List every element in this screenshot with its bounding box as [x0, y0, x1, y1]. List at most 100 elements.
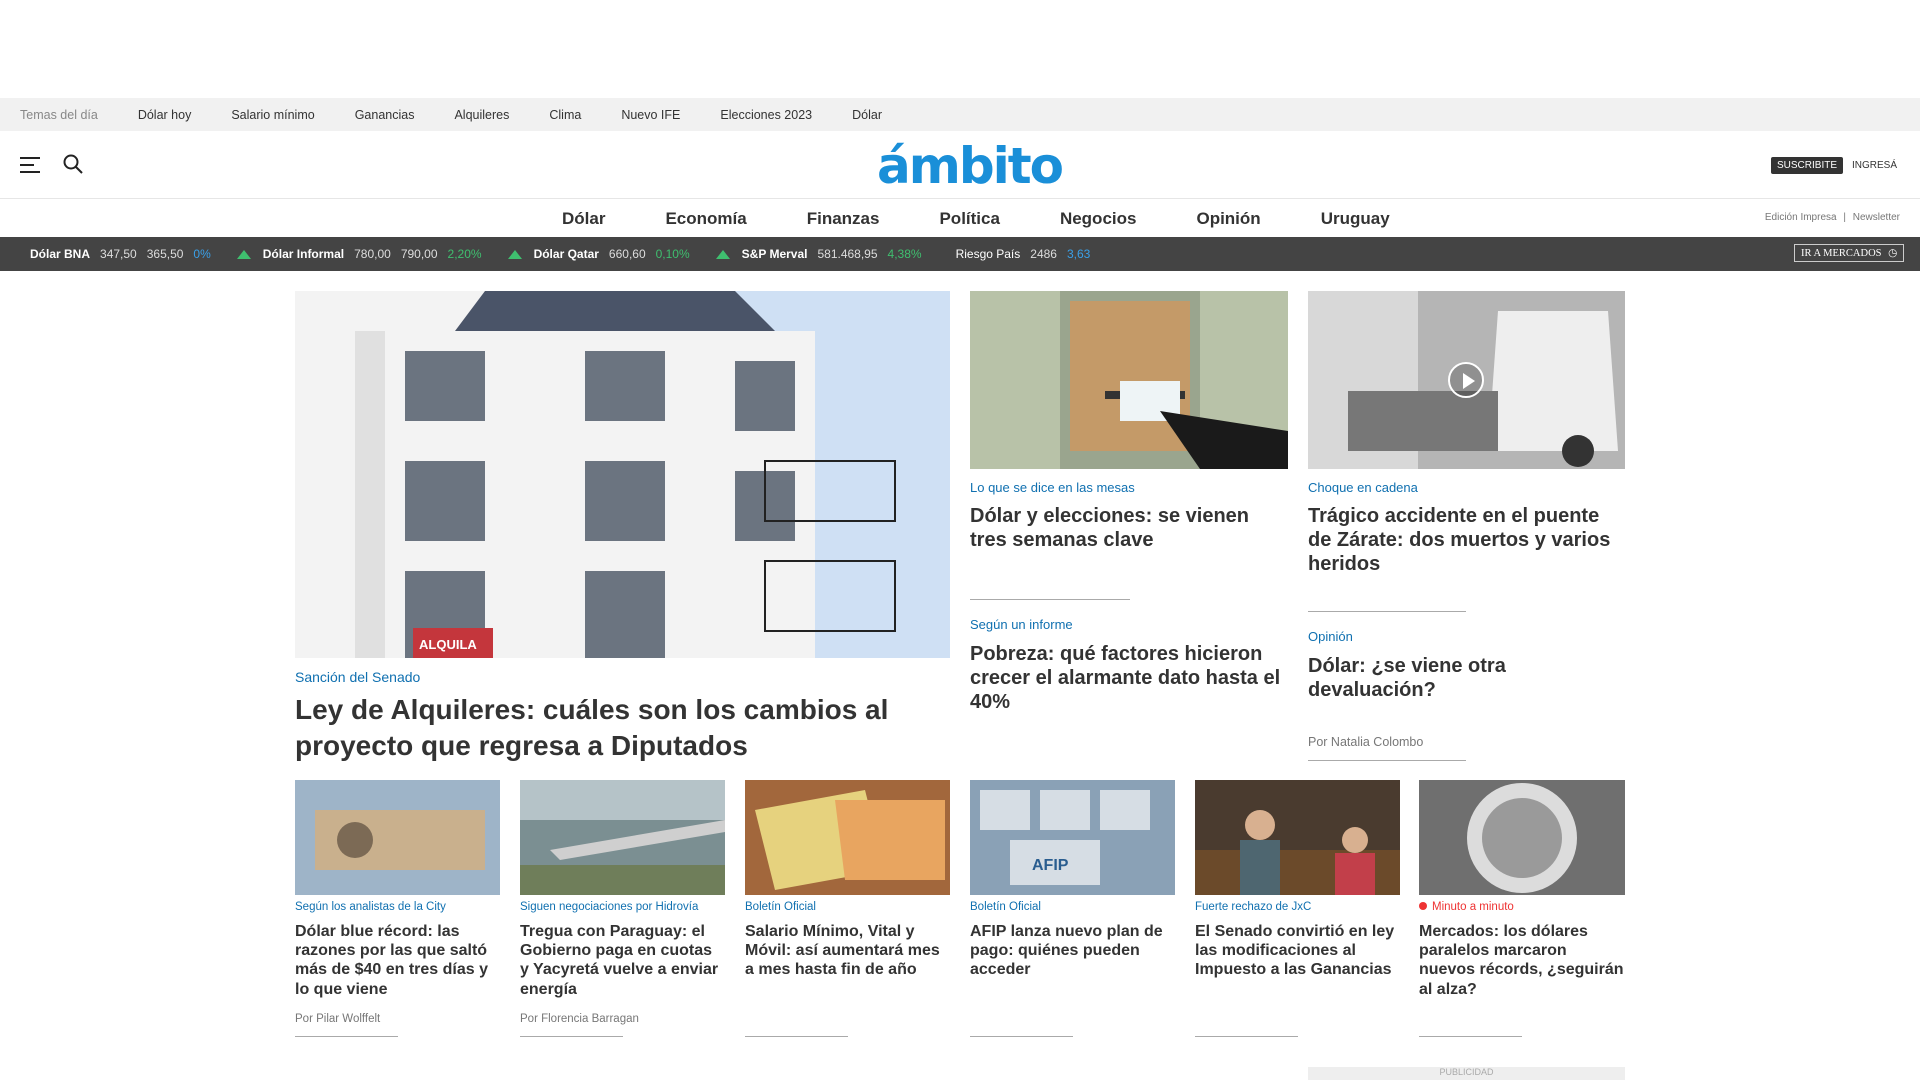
ad-label: PUBLICIDAD [1308, 1067, 1625, 1080]
grid-story-image[interactable] [520, 780, 725, 895]
svg-text:AFIP: AFIP [1032, 857, 1069, 874]
side-story-title[interactable]: Trágico accidente en el puente de Zárate… [1308, 504, 1625, 576]
byline[interactable]: Por Florencia Barragan [520, 1013, 639, 1025]
newsletter-link[interactable]: Newsletter [1853, 212, 1900, 223]
divider [520, 1036, 623, 1037]
markets-button[interactable]: IR A MERCADOS ◷ [1794, 244, 1905, 262]
play-icon[interactable] [1448, 362, 1484, 398]
up-arrow-icon [236, 249, 251, 259]
divider [1195, 1036, 1298, 1037]
divider: | [1843, 212, 1846, 223]
ticker-sell: 790,00 [400, 247, 438, 261]
topic-link[interactable]: Clima [549, 108, 581, 122]
grid-story-title[interactable]: Dólar blue récord: las razones por las q… [295, 922, 495, 999]
market-ticker: Dólar BNA 347,50 365,50 0% Dólar Informa… [0, 237, 1920, 271]
main-story-kicker[interactable]: Sanción del Senado [295, 669, 420, 685]
grid-story-kicker[interactable]: Siguen negociaciones por Hidrovía [520, 901, 698, 913]
grid-story-kicker[interactable]: Minuto a minuto [1419, 901, 1514, 913]
topic-link[interactable]: Alquileres [454, 108, 509, 122]
side-story-kicker[interactable]: Choque en cadena [1308, 480, 1418, 495]
topic-link[interactable]: Dólar hoy [138, 108, 192, 122]
subscribe-button[interactable]: SUSCRIBITE [1771, 157, 1844, 174]
byline[interactable]: Por Natalia Colombo [1308, 735, 1423, 749]
nav-item-politica[interactable]: Política [939, 209, 999, 229]
nav-item-negocios[interactable]: Negocios [1060, 209, 1137, 229]
grid-story-image[interactable]: AFIP [970, 780, 1175, 895]
grid-story-title[interactable]: Tregua con Paraguay: el Gobierno paga en… [520, 922, 725, 999]
divider [1308, 760, 1466, 761]
side-story-title[interactable]: Dólar: ¿se viene otra devaluación? [1308, 654, 1625, 702]
topic-link[interactable]: Dólar [852, 108, 882, 122]
topics-label: Temas del día [20, 107, 98, 122]
side-story-title[interactable]: Pobreza: qué factores hicieron crecer el… [970, 642, 1288, 714]
grid-story-kicker[interactable]: Boletín Oficial [970, 901, 1041, 913]
ticker-item[interactable]: Riesgo País 2486 3,63 [956, 247, 1091, 261]
topic-link[interactable]: Salario mínimo [231, 108, 314, 122]
ticker-value: 581.468,95 [817, 247, 878, 261]
topics-bar: Temas del día Dólar hoy Salario mínimo G… [0, 98, 1920, 131]
live-label: Minuto a minuto [1432, 901, 1514, 913]
topic-link[interactable]: Nuevo IFE [621, 108, 680, 122]
clock-icon: ◷ [1888, 248, 1898, 259]
divider [970, 1036, 1073, 1037]
grid-story-title[interactable]: El Senado convirtió en ley las modificac… [1195, 922, 1400, 980]
ticker-name: S&P Merval [741, 247, 808, 261]
live-dot-icon [1419, 902, 1427, 910]
ticker-name: Dólar BNA [30, 247, 91, 261]
side-story-title[interactable]: Dólar y elecciones: se vienen tres seman… [970, 504, 1288, 552]
topic-link[interactable]: Elecciones 2023 [720, 108, 812, 122]
grid-story-kicker[interactable]: Fuerte rechazo de JxC [1195, 901, 1311, 913]
ticker-item[interactable]: S&P Merval 581.468,95 4,38% [742, 247, 922, 261]
grid-story-image[interactable] [295, 780, 500, 895]
side-story-kicker[interactable]: Según un informe [970, 617, 1073, 632]
login-link[interactable]: INGRESÁ [1852, 160, 1897, 171]
up-arrow-icon [715, 249, 730, 259]
ticker-change: 3,63 [1066, 247, 1091, 261]
topic-link[interactable]: Ganancias [355, 108, 415, 122]
grid-story-kicker[interactable]: Boletín Oficial [745, 901, 816, 913]
markets-button-label: IR A MERCADOS [1801, 248, 1882, 259]
grid-story-title[interactable]: AFIP lanza nuevo plan de pago: quiénes p… [970, 922, 1175, 980]
nav-item-finanzas[interactable]: Finanzas [807, 209, 880, 229]
hamburger-menu-icon[interactable] [20, 157, 40, 173]
divider [745, 1036, 848, 1037]
ticker-sell: 365,50 [146, 247, 184, 261]
side-story-kicker[interactable]: Opinión [1308, 629, 1353, 644]
ticker-item[interactable]: Dólar Informal 780,00 790,00 2,20% [263, 247, 482, 261]
ticker-item[interactable]: Dólar Qatar 660,60 0,10% [534, 247, 690, 261]
nav-item-dolar[interactable]: Dólar [562, 209, 605, 229]
main-story-title[interactable]: Ley de Alquileres: cuáles son los cambio… [295, 692, 915, 765]
grid-story-image[interactable] [1195, 780, 1400, 895]
nav-item-economia[interactable]: Economía [665, 209, 746, 229]
ad-space [0, 0, 1920, 98]
divider [1419, 1036, 1522, 1037]
search-icon[interactable] [62, 153, 84, 175]
ticker-change: 4,38% [887, 247, 922, 261]
ticker-change: 2,20% [447, 247, 482, 261]
video-story-image[interactable] [1308, 291, 1625, 469]
grid-story-image[interactable] [745, 780, 950, 895]
ticker-value: 660,60 [608, 247, 646, 261]
ticker-name: Riesgo País [955, 247, 1021, 261]
nav-item-uruguay[interactable]: Uruguay [1321, 209, 1390, 229]
ticker-change: 0% [193, 247, 211, 261]
ticker-change: 0,10% [655, 247, 690, 261]
side-story-image[interactable] [970, 291, 1288, 469]
nav-item-opinion[interactable]: Opinión [1196, 209, 1260, 229]
grid-story-title[interactable]: Salario Mínimo, Vital y Móvil: así aumen… [745, 922, 950, 980]
ticker-item[interactable]: Dólar BNA 347,50 365,50 0% [30, 247, 211, 261]
divider [1308, 611, 1466, 612]
main-story-image[interactable]: ALQUILA [295, 291, 950, 658]
byline[interactable]: Por Pilar Wolffelt [295, 1013, 380, 1025]
side-story-kicker[interactable]: Lo que se dice en las mesas [970, 480, 1135, 495]
grid-story-title[interactable]: Mercados: los dólares paralelos marcaron… [1419, 922, 1625, 999]
up-arrow-icon [507, 249, 522, 259]
edition-link[interactable]: Edición Impresa [1765, 212, 1837, 223]
grid-story-image[interactable] [1419, 780, 1625, 895]
site-logo[interactable]: ámbito [877, 137, 1064, 195]
main-nav: Dólar Economía Finanzas Política Negocio… [0, 199, 1920, 237]
ticker-buy: 780,00 [354, 247, 391, 261]
ticker-value: 2486 [1030, 247, 1057, 261]
grid-story-kicker[interactable]: Según los analistas de la City [295, 901, 446, 913]
site-header: ámbito SUSCRIBITE INGRESÁ [0, 131, 1920, 199]
